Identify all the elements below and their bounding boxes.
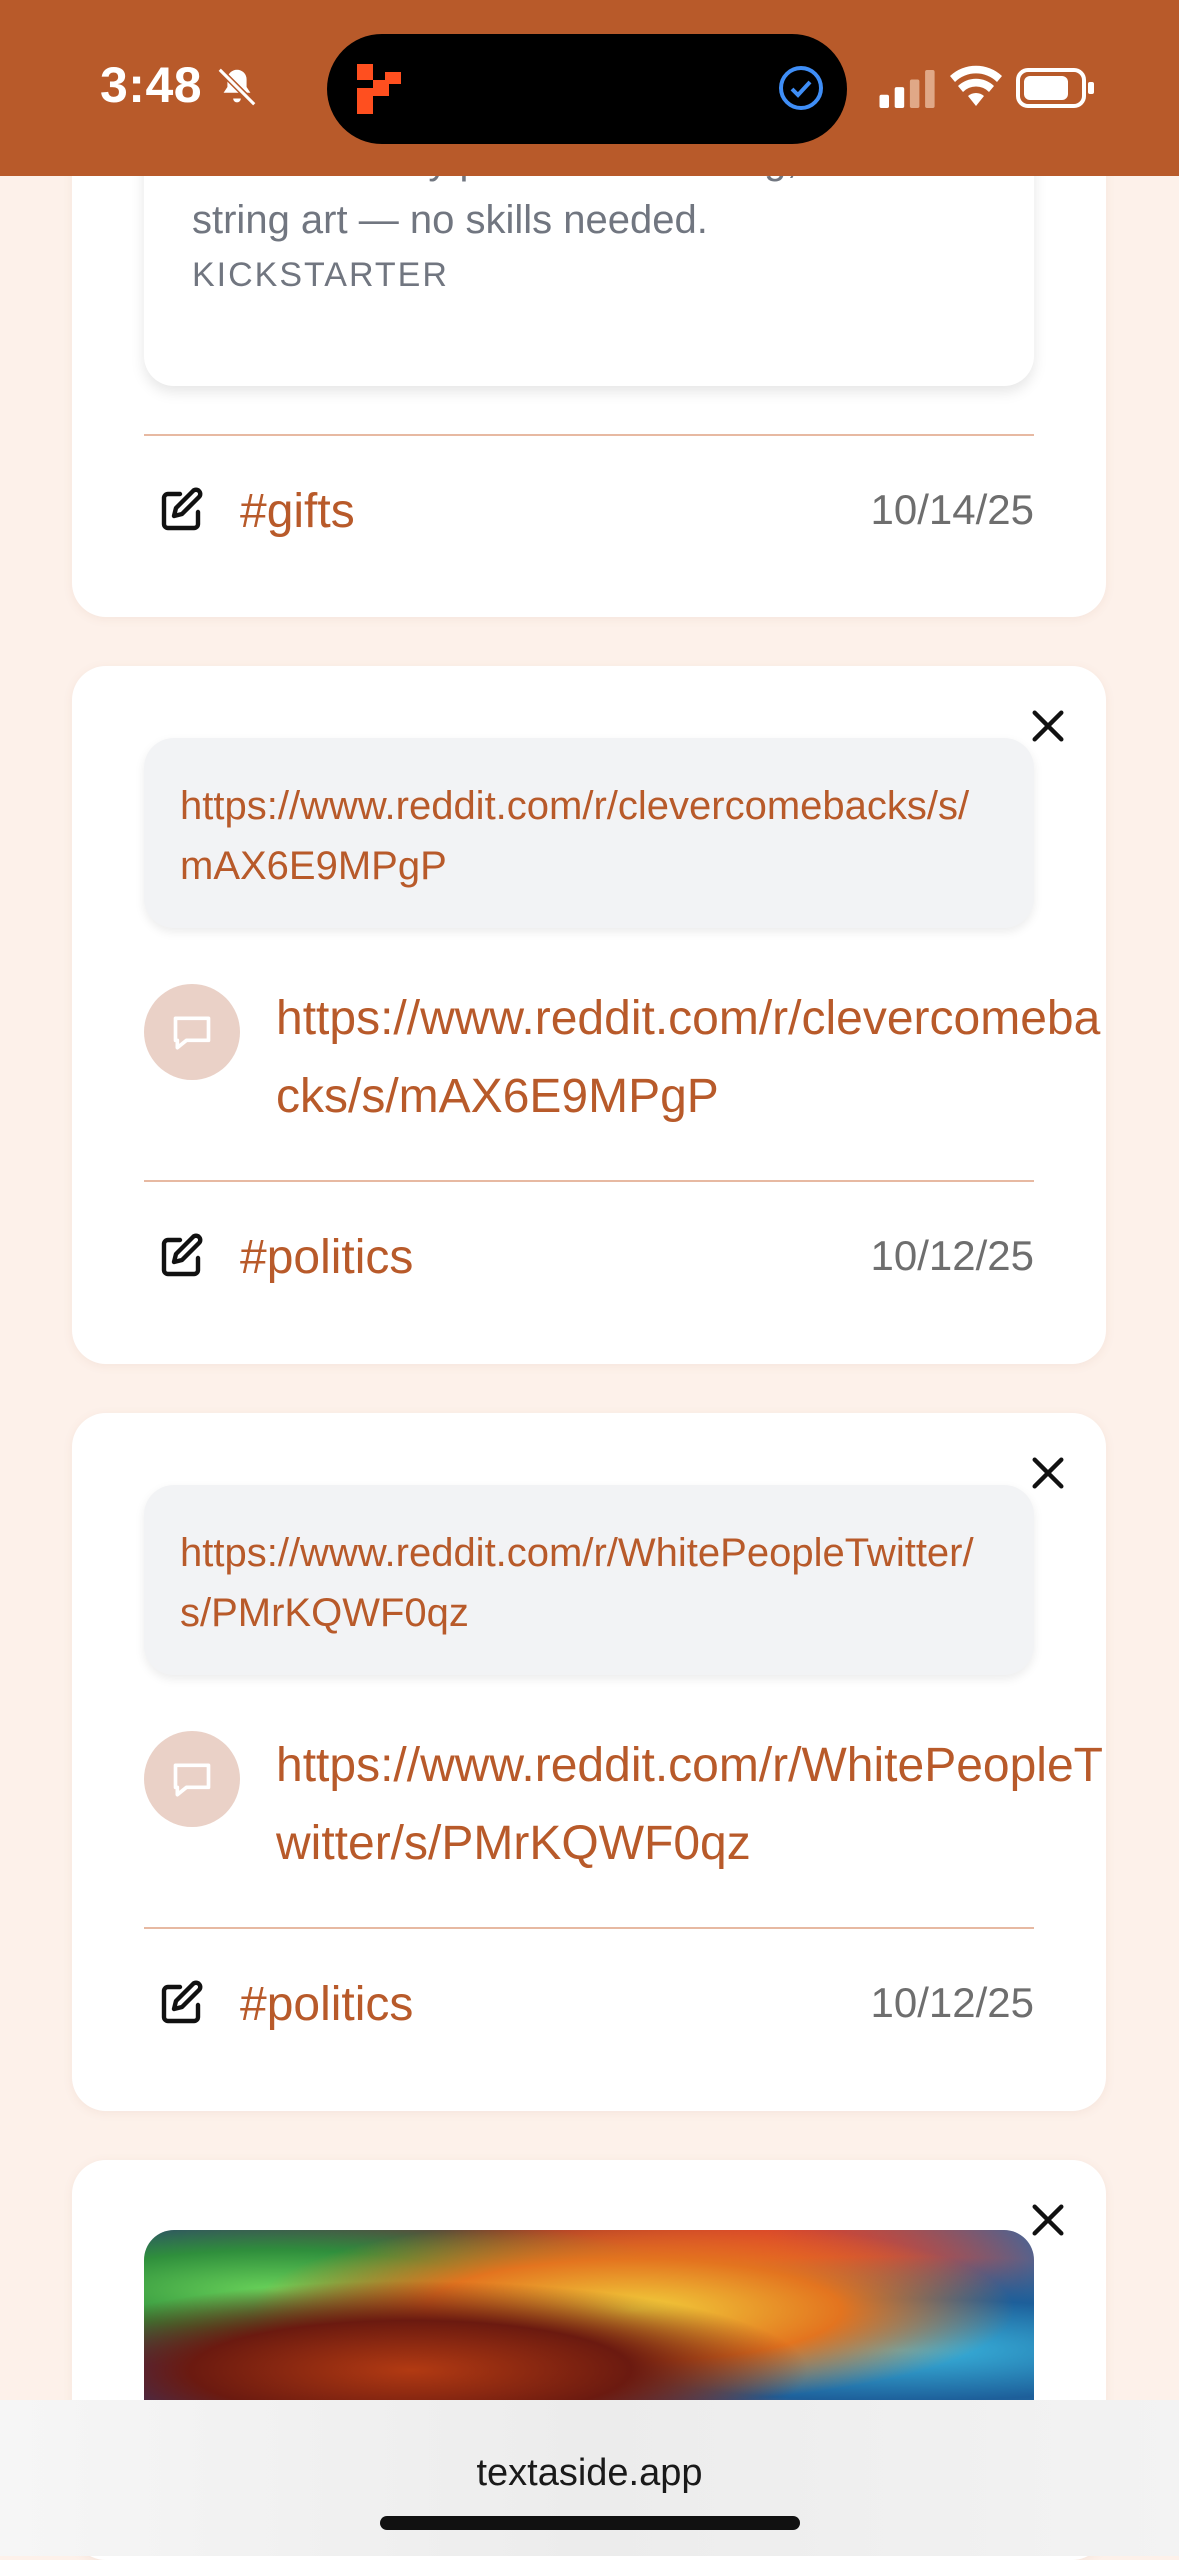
dynamic-island <box>327 34 847 144</box>
preview-source: KICKSTARTER <box>192 256 449 294</box>
comment-avatar <box>144 984 240 1080</box>
browser-url-bar: textaside.app <box>0 2400 1179 2556</box>
note-card: https://www.reddit.com/r/clevercomebacks… <box>72 666 1106 1364</box>
comment-link[interactable]: https://www.reddit.com/r/WhitePeopleTwit… <box>276 1727 1106 1883</box>
edit-icon[interactable] <box>158 1232 206 1280</box>
bell-muted-icon <box>217 67 257 107</box>
battery-icon <box>1016 68 1094 108</box>
comment-avatar <box>144 1731 240 1827</box>
tag-link[interactable]: #politics <box>240 1230 413 1285</box>
signal-icon <box>879 70 935 108</box>
edit-icon[interactable] <box>158 1979 206 2027</box>
comment-icon <box>173 1763 211 1797</box>
home-indicator[interactable] <box>380 2516 800 2530</box>
status-time: 3:48 <box>100 57 203 113</box>
note-date: 10/14/25 <box>870 486 1035 533</box>
divider <box>144 434 1034 436</box>
app-icon <box>357 64 401 114</box>
close-icon[interactable] <box>1028 2200 1068 2240</box>
divider <box>144 1180 1034 1182</box>
close-icon[interactable] <box>1028 706 1068 746</box>
status-bar: 3:48 <box>0 0 1179 176</box>
url-text[interactable]: textaside.app <box>0 2452 1179 2495</box>
close-icon[interactable] <box>1028 1453 1068 1493</box>
note-date: 10/12/25 <box>870 1979 1035 2026</box>
tag-link[interactable]: #politics <box>240 1977 413 2032</box>
comment-icon <box>173 1016 211 1050</box>
link-preview[interactable]: https://www.reddit.com/r/WhitePeopleTwit… <box>144 1485 1034 1675</box>
note-date: 10/12/25 <box>870 1232 1035 1279</box>
note-card: https://www.reddit.com/r/WhitePeopleTwit… <box>72 1413 1106 2111</box>
edit-icon[interactable] <box>158 486 206 534</box>
divider <box>144 1927 1034 1929</box>
link-preview[interactable]: https://www.reddit.com/r/clevercomebacks… <box>144 738 1034 928</box>
comment-link[interactable]: https://www.reddit.com/r/clevercomebacks… <box>276 980 1106 1136</box>
tag-link[interactable]: #gifts <box>240 484 355 539</box>
check-circle-icon <box>779 66 823 110</box>
wifi-icon <box>950 65 1002 106</box>
